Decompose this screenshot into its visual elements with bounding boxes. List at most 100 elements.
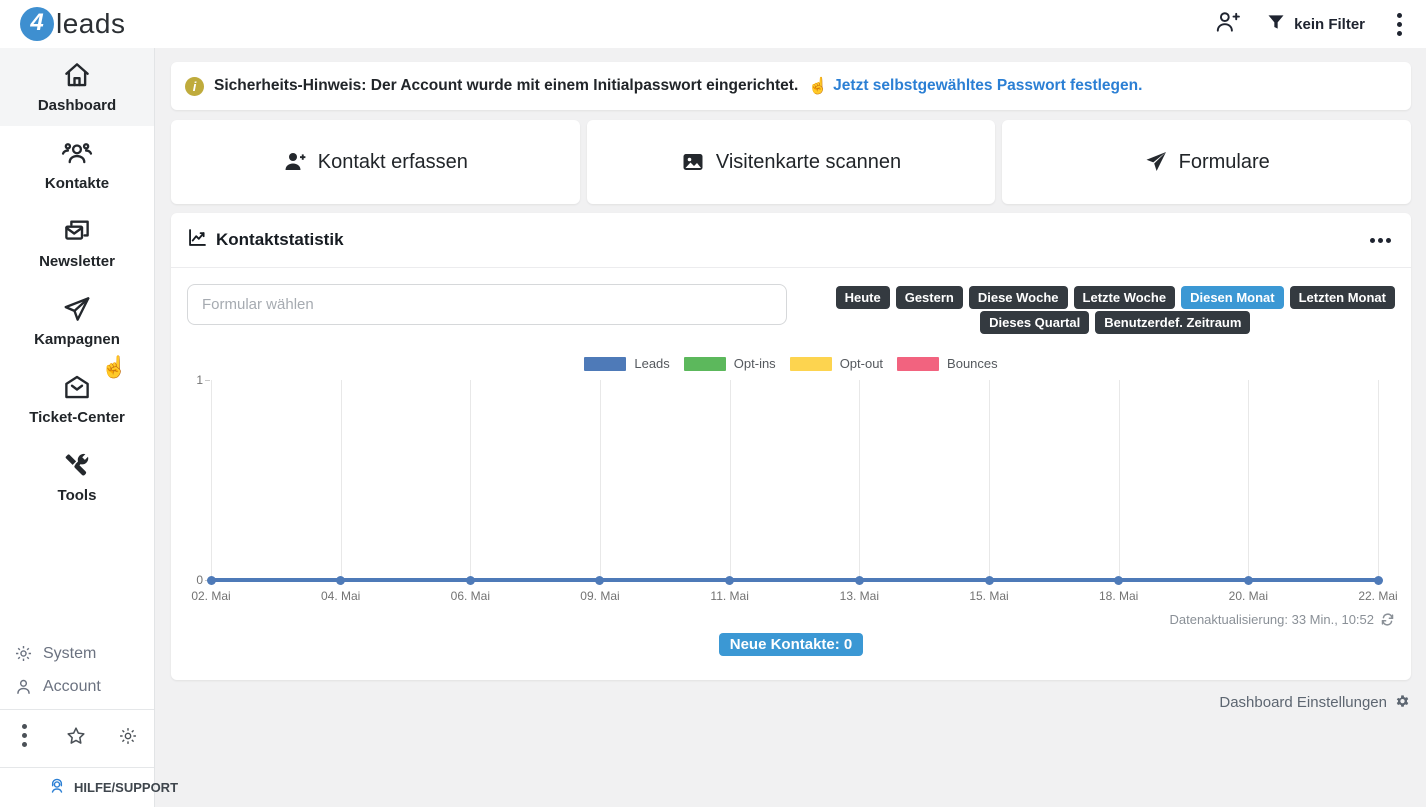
- quick-action-label: Kontakt erfassen: [318, 151, 468, 174]
- range-button-letzte-woche[interactable]: Letzte Woche: [1074, 286, 1176, 309]
- x-axis-tick-label: 22. Mai: [1358, 589, 1397, 603]
- tools-icon: [62, 450, 92, 480]
- forms-card[interactable]: Formulare: [1002, 120, 1411, 204]
- mail-stack-icon: [62, 216, 92, 246]
- x-axis-tick-label: 02. Mai: [191, 589, 230, 603]
- filter-label: kein Filter: [1294, 16, 1365, 33]
- legend-label: Opt-out: [840, 356, 883, 371]
- data-point[interactable]: [1374, 576, 1383, 585]
- sidebar-item-label: Newsletter: [39, 253, 115, 270]
- people-icon: [60, 138, 94, 168]
- refresh-icon[interactable]: [1380, 612, 1395, 627]
- panel-title: Kontaktstatistik: [187, 227, 344, 253]
- legend-label: Opt-ins: [734, 356, 776, 371]
- capture-contact-card[interactable]: Kontakt erfassen: [171, 120, 580, 204]
- data-point[interactable]: [855, 576, 864, 585]
- add-contact-button[interactable]: [1214, 9, 1240, 40]
- chart-plot-area: 1 0 02. Mai 04. Mai 06. Mai 09. Mai 11. …: [211, 380, 1378, 580]
- legend-item-opt-ins[interactable]: Opt-ins: [684, 356, 776, 371]
- x-axis-tick-label: 18. Mai: [1099, 589, 1138, 603]
- refresh-note: Datenaktualisierung: 33 Min., 10:52: [1169, 612, 1374, 627]
- sidebar-item-label: Kampagnen: [34, 331, 120, 348]
- set-password-link-text: Jetzt selbstgewähltes Passwort festlegen…: [833, 77, 1142, 95]
- logo-mark-icon: 4: [20, 7, 54, 41]
- info-icon: i: [185, 77, 204, 96]
- x-axis-tick-label: 06. Mai: [451, 589, 490, 603]
- sidebar-item-ticket-center[interactable]: Ticket-Center: [0, 360, 154, 438]
- data-point[interactable]: [466, 576, 475, 585]
- panel-menu-icon[interactable]: [1366, 234, 1395, 247]
- app-logo[interactable]: 4 leads: [20, 7, 125, 41]
- sidebar-item-label: Tools: [58, 487, 97, 504]
- range-button-dieses-quartal[interactable]: Dieses Quartal: [980, 311, 1089, 334]
- scan-business-card-card[interactable]: Visitenkarte scannen: [587, 120, 996, 204]
- sidebar-item-label: Kontakte: [45, 175, 109, 192]
- new-contacts-badge: Neue Kontakte: 0: [719, 633, 864, 656]
- y-axis-tick-label: 1: [196, 373, 203, 387]
- app-window: 4 leads kein Filter: [0, 0, 1426, 807]
- legend-swatch-opt-ins: [684, 357, 726, 371]
- open-envelope-icon: [62, 372, 92, 402]
- more-options-icon[interactable]: [16, 720, 33, 751]
- sidebar-item-kampagnen[interactable]: Kampagnen: [0, 282, 154, 360]
- person-icon: [14, 677, 33, 696]
- paper-plane-icon: [1144, 150, 1168, 174]
- data-point[interactable]: [595, 576, 604, 585]
- main-content: i Sicherheits-Hinweis: Der Account wurde…: [155, 48, 1426, 807]
- filter-icon: [1266, 12, 1286, 37]
- quick-action-label: Visitenkarte scannen: [716, 151, 901, 174]
- sidebar-item-account[interactable]: Account: [0, 670, 154, 703]
- pointer-hand-icon: ☝: [808, 76, 828, 96]
- panel-title-text: Kontaktstatistik: [216, 230, 344, 250]
- sidebar-item-system[interactable]: System: [0, 637, 154, 670]
- data-point[interactable]: [207, 576, 216, 585]
- gear-icon: [14, 644, 33, 663]
- top-header: 4 leads kein Filter: [0, 0, 1426, 48]
- data-refresh-status: Datenaktualisierung: 33 Min., 10:52: [187, 612, 1395, 627]
- legend-item-bounces[interactable]: Bounces: [897, 356, 998, 371]
- favorites-star-icon[interactable]: [65, 725, 87, 747]
- range-button-diese-woche[interactable]: Diese Woche: [969, 286, 1068, 309]
- range-button-gestern[interactable]: Gestern: [896, 286, 963, 309]
- contact-statistics-chart: Leads Opt-ins Opt-out: [187, 356, 1395, 656]
- settings-gear-icon[interactable]: [118, 726, 138, 746]
- form-select-input[interactable]: [187, 284, 787, 325]
- legend-item-opt-out[interactable]: Opt-out: [790, 356, 883, 371]
- set-password-link[interactable]: ☝ Jetzt selbstgewähltes Passwort festleg…: [808, 76, 1142, 96]
- sidebar-item-kontakte[interactable]: Kontakte: [0, 126, 154, 204]
- sidebar-item-newsletter[interactable]: Newsletter: [0, 204, 154, 282]
- legend-swatch-leads: [584, 357, 626, 371]
- legend-label: Leads: [634, 356, 669, 371]
- quick-action-label: Formulare: [1179, 151, 1270, 174]
- data-point[interactable]: [336, 576, 345, 585]
- range-button-heute[interactable]: Heute: [836, 286, 890, 309]
- legend-label: Bounces: [947, 356, 998, 371]
- x-axis-tick-label: 15. Mai: [969, 589, 1008, 603]
- range-button-letzten-monat[interactable]: Letzten Monat: [1290, 286, 1395, 309]
- range-button-benutzerdef-zeitraum[interactable]: Benutzerdef. Zeitraum: [1095, 311, 1250, 334]
- sidebar-item-dashboard[interactable]: Dashboard: [0, 48, 154, 126]
- data-point[interactable]: [1114, 576, 1123, 585]
- gear-icon: [1394, 694, 1411, 711]
- legend-item-leads[interactable]: Leads: [584, 356, 669, 371]
- person-add-icon: [1214, 9, 1240, 40]
- help-support-link[interactable]: HILFE/SUPPORT: [0, 768, 154, 807]
- range-button-diesen-monat[interactable]: Diesen Monat: [1181, 286, 1284, 309]
- y-axis-tick-label: 0: [196, 573, 203, 587]
- data-point[interactable]: [725, 576, 734, 585]
- quick-actions-row: Kontakt erfassen Visitenkarte scannen Fo…: [171, 120, 1411, 204]
- kebab-menu-icon[interactable]: [1391, 9, 1408, 40]
- dashboard-settings-link[interactable]: Dashboard Einstellungen: [171, 694, 1411, 711]
- sidebar-item-label: Ticket-Center: [29, 409, 125, 426]
- data-point[interactable]: [985, 576, 994, 585]
- legend-swatch-opt-out: [790, 357, 832, 371]
- filter-button[interactable]: kein Filter: [1266, 12, 1365, 37]
- person-add-icon: [283, 150, 307, 174]
- data-point[interactable]: [1244, 576, 1253, 585]
- x-axis-tick-label: 20. Mai: [1229, 589, 1268, 603]
- sidebar-item-tools[interactable]: Tools: [0, 438, 154, 516]
- support-label: HILFE/SUPPORT: [74, 780, 178, 795]
- account-label: Account: [43, 678, 101, 696]
- x-axis-tick-label: 13. Mai: [840, 589, 879, 603]
- leads-series-line: [211, 578, 1378, 582]
